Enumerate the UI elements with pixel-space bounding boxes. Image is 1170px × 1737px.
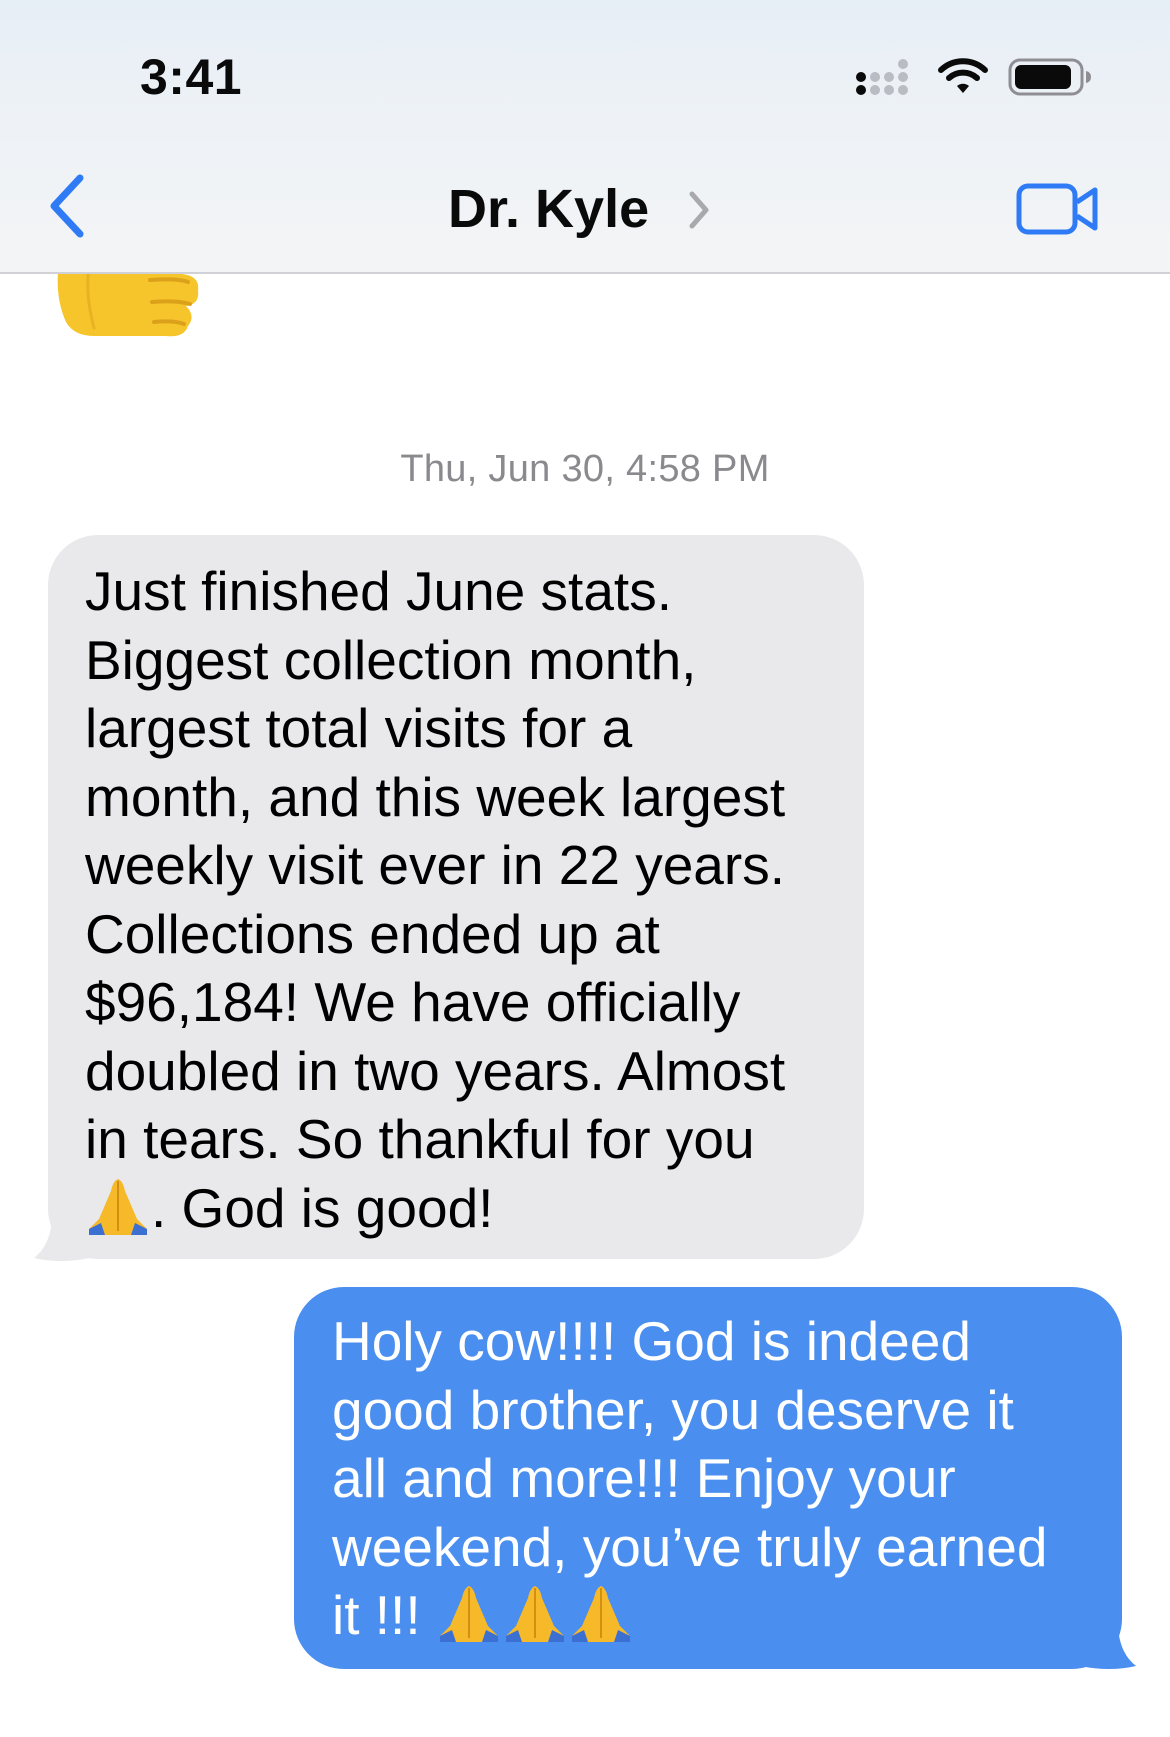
message-text: . God is good! [151,1176,494,1239]
message-line: Collections ended up at [85,902,660,965]
message-line: largest total visits for a [85,697,633,759]
message-line: $96,184! We have officially [85,971,741,1033]
signal-icon [856,59,908,95]
back-chevron-icon [50,174,84,238]
message-line: in tears. So thankful for you [85,1108,755,1170]
message-line-last: . God is good! [85,1174,834,1243]
message-line: Just finished June stats. [85,560,672,622]
message-line: Biggest collection month, [85,628,697,691]
video-call-button[interactable] [1016,182,1100,236]
message-line-last: it !!! [332,1581,1102,1650]
message-line: all and more!!! Enjoy your [332,1447,956,1509]
received-message-bubble[interactable]: Just finished June stats. Biggest collec… [48,535,864,1259]
message-line: month, and this week largest [85,765,786,828]
message-text: it !!! [332,1584,436,1646]
video-camera-icon [1016,183,1098,235]
wifi-icon [938,58,988,93]
message-line: doubled in two years. Almost [85,1039,786,1102]
message-timestamp: Thu, Jun 30, 4:58 PM [400,448,770,490]
pray-icon [85,1175,151,1237]
contact-name[interactable]: Dr. Kyle [448,178,649,240]
message-line: weekend, you’ve truly earned [332,1515,1048,1578]
battery-icon [1008,58,1091,96]
pray-icon [436,1582,502,1644]
sent-message-bubble[interactable]: Holy cow!!!! God is indeed good brother,… [294,1287,1122,1669]
back-button[interactable] [44,170,94,242]
message-line: Holy cow!!!! God is indeed [332,1310,971,1372]
pray-icon [502,1582,568,1644]
status-bar-time: 3:41 [140,49,243,105]
message-line: good brother, you deserve it [332,1378,1014,1441]
chevron-right-icon[interactable] [684,188,714,232]
pray-icon [568,1582,634,1644]
message-line: weekly visit ever in 22 years. [85,834,785,896]
conversation-header: 3:41 Dr. Kyle [0,0,1170,274]
